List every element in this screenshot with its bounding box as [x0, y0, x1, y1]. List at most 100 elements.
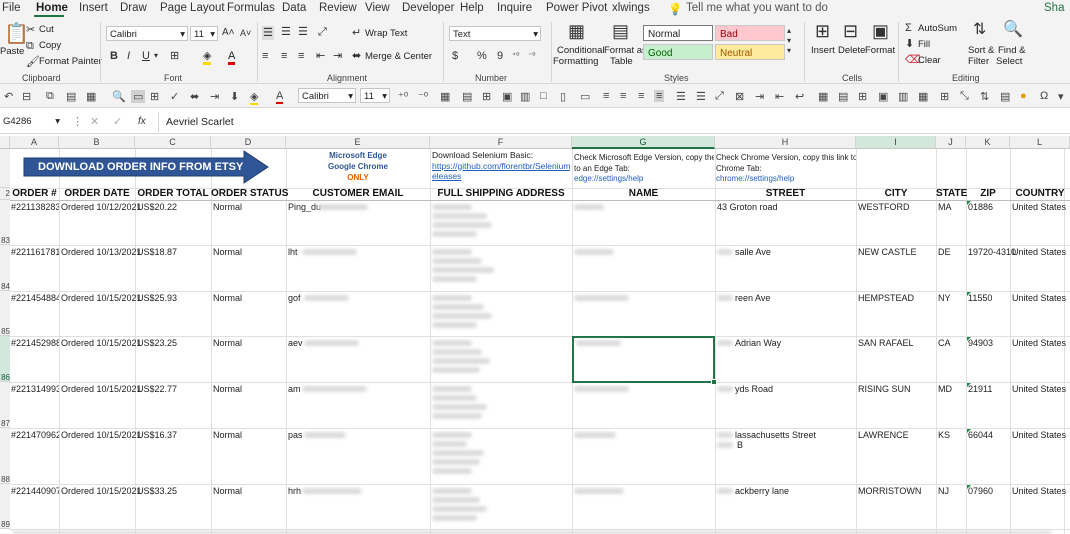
toolbar-icon[interactable]: ⊟: [22, 90, 31, 103]
toolbar-icon[interactable]: ▤: [66, 90, 76, 103]
cell-state[interactable]: MD: [938, 384, 952, 394]
cell-total[interactable]: US$18.87: [137, 247, 177, 257]
format-as-table-button[interactable]: Format as: [604, 45, 647, 56]
menu-xlwings[interactable]: xlwings: [612, 2, 650, 14]
row-header-88[interactable]: 88: [0, 428, 10, 484]
cell-date[interactable]: Ordered 10/13/2021: [61, 247, 142, 257]
menu-inquire[interactable]: Inquire: [497, 2, 532, 14]
toolbar-icon[interactable]: ▥: [520, 90, 530, 103]
font-color-icon[interactable]: A: [228, 50, 236, 65]
insert-function-button[interactable]: fx: [138, 116, 146, 128]
cell-street[interactable]: 43 Groton road: [717, 202, 778, 212]
cell-city[interactable]: WESTFORD: [858, 202, 910, 212]
sort-filter-button[interactable]: Sort &: [968, 45, 994, 56]
increase-font-icon[interactable]: A˄: [222, 27, 235, 39]
row-header-2[interactable]: 2: [0, 188, 10, 200]
selenium-link[interactable]: https://github.com/florentbr/SeleniumBas…: [432, 161, 570, 172]
menu-page-layout[interactable]: Page Layout: [160, 2, 225, 14]
align-center-icon[interactable]: ≡: [281, 50, 287, 62]
cell-state[interactable]: NY: [938, 293, 951, 303]
row-header-87[interactable]: 87: [0, 382, 10, 428]
cell-city[interactable]: MORRISTOWN: [858, 486, 921, 496]
row-header-1[interactable]: [0, 149, 10, 188]
fill-color-icon[interactable]: ◈: [250, 90, 259, 105]
cell-street[interactable]: yds Road: [735, 384, 773, 394]
fill-button[interactable]: Fill: [918, 39, 930, 50]
cell-date[interactable]: Ordered 10/15/2021: [61, 486, 142, 496]
align-middle-icon[interactable]: ☰: [281, 26, 291, 38]
cell-date[interactable]: Ordered 10/15/2021: [61, 384, 142, 394]
toolbar-icon[interactable]: ↩: [795, 90, 804, 103]
cell-country[interactable]: United States: [1012, 202, 1066, 212]
column-header-i[interactable]: I: [856, 136, 936, 149]
cell-state[interactable]: MA: [938, 202, 952, 212]
cell-zip[interactable]: 66044: [968, 430, 993, 440]
toolbar-icon[interactable]: ▤: [1000, 90, 1010, 103]
delete-cells-icon[interactable]: ⊟: [843, 22, 858, 40]
cell-country[interactable]: United States: [1012, 430, 1066, 440]
cell-total[interactable]: US$25.93: [137, 293, 177, 303]
download-order-info-button[interactable]: DOWNLOAD ORDER INFO FROM ETSY: [22, 150, 270, 184]
column-header-l[interactable]: L: [1010, 136, 1070, 149]
toolbar-icon[interactable]: ▦: [918, 90, 928, 103]
format-cells-button[interactable]: Format: [865, 45, 895, 56]
comma-button[interactable]: 9: [497, 50, 503, 62]
currency-button[interactable]: $: [452, 50, 458, 62]
cell-email[interactable]: am: [288, 384, 301, 394]
toolbar-icon[interactable]: ⇅: [980, 90, 989, 103]
cut-icon[interactable]: ✂: [26, 24, 35, 36]
row-header-84[interactable]: 84: [0, 245, 10, 291]
sort-filter-icon[interactable]: ⇅: [973, 22, 986, 38]
insert-cells-icon[interactable]: ⊞: [815, 22, 830, 40]
menu-data[interactable]: Data: [282, 2, 306, 14]
borders-icon[interactable]: ⊞: [170, 50, 179, 62]
cell-status[interactable]: Normal: [213, 338, 242, 348]
toolbar-icon[interactable]: ☰: [696, 90, 706, 103]
cell-status[interactable]: Normal: [213, 430, 242, 440]
copy-icon[interactable]: ⧉: [26, 40, 34, 52]
toolbar-icon[interactable]: ▤: [462, 90, 472, 103]
decrease-font-icon[interactable]: A˅: [240, 27, 251, 39]
toolbar-icon[interactable]: ≡: [620, 90, 626, 102]
cell-street[interactable]: Adrian Way: [735, 338, 781, 348]
toolbar-icon[interactable]: ⬇: [230, 90, 239, 103]
autosum-button[interactable]: AutoSum: [918, 23, 957, 34]
toolbar-icon[interactable]: ⤡: [960, 90, 969, 103]
cell-city[interactable]: RISING SUN: [858, 384, 911, 394]
cell-order[interactable]: #2214709623: [11, 430, 59, 440]
cell-street-line2[interactable]: B: [737, 440, 743, 450]
cell-date[interactable]: Ordered 10/15/2021: [61, 430, 142, 440]
italic-icon[interactable]: I: [127, 50, 130, 62]
increase-decimal-icon[interactable]: ⁺⁰: [512, 50, 519, 62]
column-header-h[interactable]: H: [715, 136, 856, 149]
find-select-button[interactable]: Find &: [998, 45, 1025, 56]
cell-zip[interactable]: 19720-4310: [968, 247, 1016, 257]
cell-zip[interactable]: 07960: [968, 486, 993, 496]
align-bottom-icon[interactable]: ☰: [298, 26, 308, 38]
toolbar-icon[interactable]: ▦: [86, 90, 96, 103]
menu-help[interactable]: Help: [460, 2, 484, 14]
cell-date[interactable]: Ordered 10/15/2021: [61, 338, 142, 348]
toolbar-icon[interactable]: ☰: [676, 90, 686, 103]
toolbar-icon[interactable]: ⊠: [735, 90, 744, 103]
font-name-select[interactable]: Calibri ▾: [106, 26, 188, 41]
merge-center-button[interactable]: Merge & Center: [365, 51, 432, 62]
style-neutral[interactable]: Neutral: [715, 44, 785, 60]
menu-view[interactable]: View: [365, 2, 390, 14]
chrome-settings-link[interactable]: chrome://settings/help: [716, 174, 856, 185]
copy-button[interactable]: Copy: [39, 40, 61, 51]
toolbar-icon[interactable]: ≡: [603, 90, 609, 102]
menu-review[interactable]: Review: [319, 2, 357, 14]
toolbar-icon[interactable]: ▥: [898, 90, 908, 103]
insert-cells-button[interactable]: Insert: [811, 45, 835, 56]
toolbar-icon[interactable]: ⊞: [858, 90, 867, 103]
cell-state[interactable]: CA: [938, 338, 951, 348]
cell-status[interactable]: Normal: [213, 384, 242, 394]
find-select-icon[interactable]: 🔍: [1003, 22, 1023, 38]
format-painter-icon[interactable]: 🖌: [26, 56, 40, 68]
select-all-corner[interactable]: [0, 136, 10, 149]
tell-me-search[interactable]: Tell me what you want to do: [686, 2, 828, 14]
styles-scroll-icon[interactable]: ▴ ▾ ▾: [787, 26, 791, 56]
cell-date[interactable]: Ordered 10/12/2021: [61, 202, 142, 212]
cancel-icon[interactable]: ✕: [90, 116, 99, 128]
